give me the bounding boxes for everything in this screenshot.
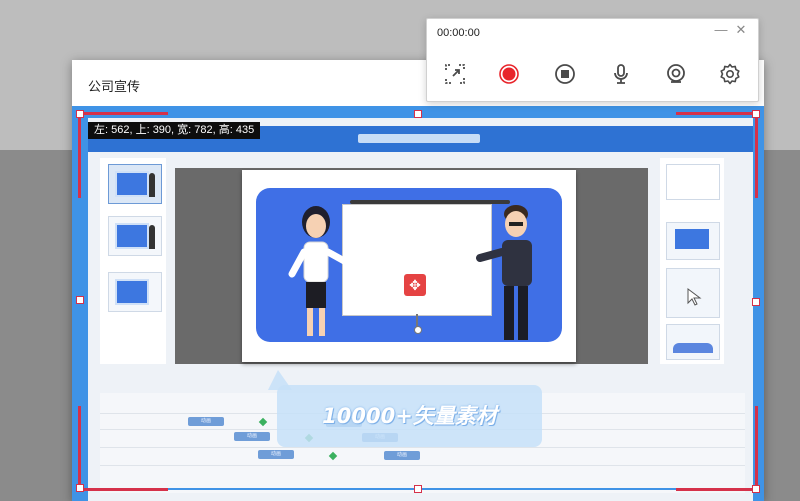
recorder-toolbar: 00:00:00 — ✕ — [426, 18, 759, 102]
settings-button[interactable] — [718, 62, 742, 86]
recording-timer: 00:00:00 — [437, 27, 480, 39]
resize-handle-left[interactable] — [76, 296, 84, 304]
corner-bracket-bottom-left — [78, 488, 168, 491]
resize-handle-top-left[interactable] — [76, 110, 84, 118]
resize-handle-right[interactable] — [752, 298, 760, 306]
resize-handle-bottom-left[interactable] — [76, 484, 84, 492]
resize-handle-top[interactable] — [414, 110, 422, 118]
region-select-button[interactable] — [443, 62, 467, 86]
stop-button[interactable] — [553, 62, 577, 86]
editor-window-title: 公司宣传 — [88, 79, 141, 94]
gear-icon — [720, 63, 740, 85]
capture-region-outline[interactable] — [80, 114, 756, 490]
record-icon — [499, 64, 519, 84]
record-button[interactable] — [497, 62, 521, 86]
corner-bracket-bottom-left — [78, 406, 81, 491]
corner-bracket-bottom-right — [755, 406, 758, 491]
resize-handle-top-right[interactable] — [752, 110, 760, 118]
resize-handle-bottom[interactable] — [414, 485, 422, 493]
microphone-icon — [614, 64, 628, 84]
region-select-icon — [445, 64, 465, 84]
capture-region-readout: 左: 562, 上: 390, 宽: 782, 高: 435 — [88, 122, 261, 139]
corner-bracket-top-right — [676, 112, 758, 115]
webcam-icon — [667, 64, 685, 83]
minimize-button[interactable]: — — [714, 23, 728, 37]
webcam-button[interactable] — [664, 62, 688, 86]
corner-bracket-top-right — [755, 112, 758, 198]
microphone-button[interactable] — [609, 62, 633, 86]
corner-bracket-top-left — [78, 112, 168, 115]
stop-icon — [555, 64, 575, 84]
corner-bracket-bottom-right — [676, 488, 758, 491]
close-button[interactable]: ✕ — [734, 23, 748, 37]
resize-handle-bottom-right[interactable] — [752, 485, 760, 493]
corner-bracket-top-left — [78, 112, 81, 198]
